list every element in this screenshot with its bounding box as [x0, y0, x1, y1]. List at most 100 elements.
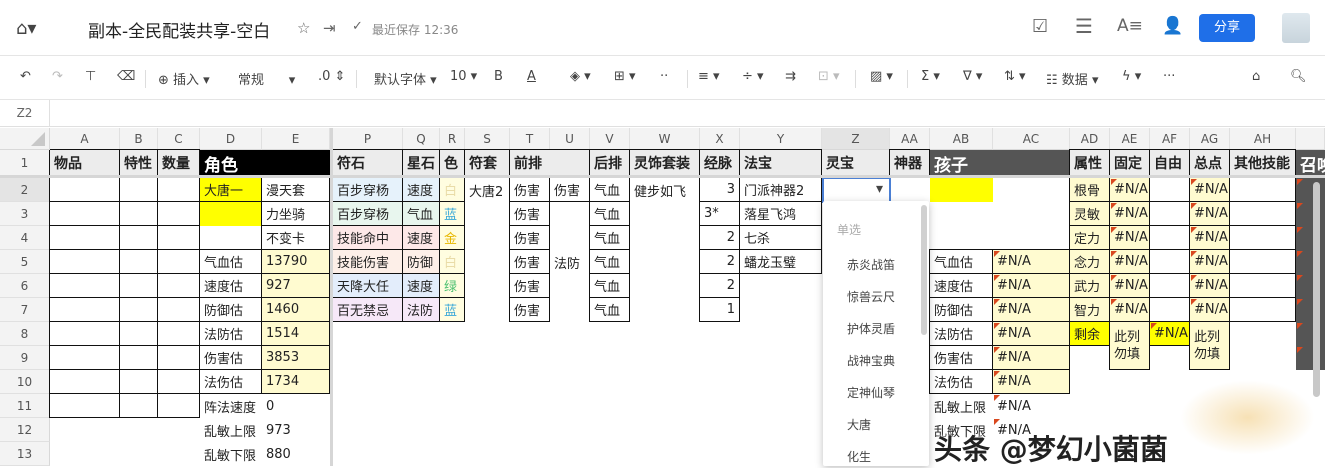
cell-b6[interactable]	[119, 273, 158, 298]
fill-color-icon[interactable]: ◈ ▾	[570, 69, 591, 84]
cell-d5[interactable]: 气血估	[199, 249, 262, 274]
cell-c3[interactable]	[157, 201, 200, 226]
cell-c9[interactable]	[157, 345, 200, 370]
cell-p5[interactable]: 技能伤害	[332, 249, 403, 274]
cell-ae7[interactable]: #N/A	[1109, 297, 1150, 322]
cell-v2[interactable]: 气血	[589, 177, 630, 202]
cell-d13[interactable]: 乱敏下限	[200, 442, 262, 466]
cell-ac5[interactable]: #N/A	[992, 249, 1070, 274]
cell-q4[interactable]: 速度	[402, 225, 440, 250]
row-header[interactable]: 10	[0, 370, 50, 394]
dropdown-option[interactable]: 大唐	[847, 416, 871, 433]
cell-af4[interactable]	[1149, 225, 1190, 250]
cell-a9[interactable]	[49, 345, 120, 370]
cell-ai6[interactable]	[1296, 274, 1325, 298]
dropdown-option[interactable]: 战神宝典	[847, 352, 895, 369]
cell-r6[interactable]: 绿	[439, 273, 465, 298]
column-header[interactable]: Q	[403, 128, 440, 150]
cell-v3[interactable]: 气血	[589, 201, 630, 226]
text-format-icon[interactable]: A≡	[1117, 16, 1143, 36]
cell-v1[interactable]: 后排	[589, 149, 630, 176]
frozen-column-divider[interactable]	[330, 128, 333, 466]
column-header[interactable]: AH	[1230, 128, 1296, 150]
cell-t6[interactable]: 伤害	[509, 273, 550, 298]
cell-u5[interactable]: 法防	[550, 250, 590, 274]
cell-x1[interactable]: 经脉	[699, 149, 740, 176]
avatar[interactable]	[1282, 13, 1310, 43]
borders-icon[interactable]: ⊞ ▾	[614, 69, 636, 84]
cell-ac9[interactable]: #N/A	[992, 345, 1070, 370]
cell-e11[interactable]: 0	[262, 394, 330, 418]
column-header[interactable]: S	[465, 128, 510, 150]
cell-p6[interactable]: 天降大任	[332, 273, 403, 298]
cell-e8[interactable]: 1514	[261, 321, 330, 346]
cell-ac11[interactable]: #N/A	[993, 394, 1070, 418]
cell-d8[interactable]: 法防估	[199, 321, 262, 346]
cell-r5[interactable]: 白	[439, 249, 465, 274]
cell-d10[interactable]: 法伤估	[199, 369, 262, 394]
cell-a1[interactable]: 物品	[49, 149, 120, 176]
cell-ab7[interactable]: 防御估	[929, 297, 993, 322]
move-icon[interactable]: ⇥	[323, 19, 336, 37]
cell-x6[interactable]: 2	[699, 273, 740, 298]
search-icon[interactable]: 🔍︎	[1290, 69, 1307, 84]
cell-y4[interactable]: 七杀	[739, 225, 822, 250]
sum-icon[interactable]: Σ ▾	[921, 69, 940, 84]
cell-y3[interactable]: 落星飞鸿	[739, 201, 822, 226]
cell-ag8[interactable]: 此列勿填	[1189, 321, 1230, 370]
cell-e9[interactable]: 3853	[261, 345, 330, 370]
cell-y2[interactable]: 门派神器2	[739, 177, 822, 202]
cell-ae5[interactable]: #N/A	[1109, 249, 1150, 274]
sort-icon[interactable]: ⇅ ▾	[1004, 69, 1026, 84]
cell-d2[interactable]: 大唐一	[199, 177, 262, 202]
cell-c5[interactable]	[157, 249, 200, 274]
column-header[interactable]: AA	[890, 128, 930, 150]
cell-ad6[interactable]: 武力	[1069, 273, 1110, 298]
cell-r4[interactable]: 金	[439, 225, 465, 250]
cell-b10[interactable]	[119, 369, 158, 394]
cell-s1[interactable]: 符套	[464, 149, 510, 176]
cell-ac6[interactable]: #N/A	[992, 273, 1070, 298]
cell-af8[interactable]: #N/A	[1149, 321, 1190, 346]
cell-p4[interactable]: 技能命中	[332, 225, 403, 250]
row-header[interactable]: 7	[0, 298, 50, 322]
cell-ad4[interactable]: 定力	[1069, 225, 1110, 250]
cell-af6[interactable]	[1149, 273, 1190, 298]
vertical-align-icon[interactable]: ÷ ▾	[742, 69, 764, 84]
cell-af5[interactable]	[1149, 249, 1190, 274]
column-header[interactable]: D	[200, 128, 262, 150]
format-painter-icon[interactable]: ⊤	[85, 69, 96, 84]
more-format-icon[interactable]: ··	[660, 69, 668, 84]
cell-ac10[interactable]: #N/A	[992, 369, 1070, 394]
cell-ah3[interactable]	[1229, 201, 1296, 226]
row-header[interactable]: 12	[0, 418, 50, 442]
wrap-icon[interactable]: ⇉	[785, 69, 796, 84]
cell-c4[interactable]	[157, 225, 200, 250]
cell-b11[interactable]	[119, 393, 158, 418]
cell-ab1[interactable]: 孩子	[930, 150, 1070, 176]
cell-a8[interactable]	[49, 321, 120, 346]
row-header[interactable]: 9	[0, 346, 50, 370]
cell-ae1[interactable]: 固定	[1109, 149, 1150, 176]
cell-ai3[interactable]	[1296, 202, 1325, 226]
cell-a7[interactable]	[49, 297, 120, 322]
cell-y1[interactable]: 法宝	[739, 149, 822, 176]
cell-e10[interactable]: 1734	[261, 369, 330, 394]
cell-ag5[interactable]: #N/A	[1189, 249, 1230, 274]
cell-ai9[interactable]	[1296, 346, 1325, 370]
cell-ai7[interactable]	[1296, 298, 1325, 322]
column-header[interactable]: E	[262, 128, 330, 150]
cell-r3[interactable]: 蓝	[439, 201, 465, 226]
cell-e2[interactable]: 漫天套	[261, 177, 330, 202]
cell-b4[interactable]	[119, 225, 158, 250]
cell-a6[interactable]	[49, 273, 120, 298]
align-icon[interactable]: ≡ ▾	[698, 69, 720, 84]
cell-ad1[interactable]: 属性	[1069, 149, 1110, 176]
cell-ag1[interactable]: 总点	[1189, 149, 1230, 176]
cell-ab6[interactable]: 速度估	[929, 273, 993, 298]
cell-a3[interactable]	[49, 201, 120, 226]
star-icon[interactable]: ☆	[297, 19, 310, 37]
cell-ai8[interactable]	[1296, 322, 1325, 346]
cell-a5[interactable]	[49, 249, 120, 274]
cell-c8[interactable]	[157, 321, 200, 346]
